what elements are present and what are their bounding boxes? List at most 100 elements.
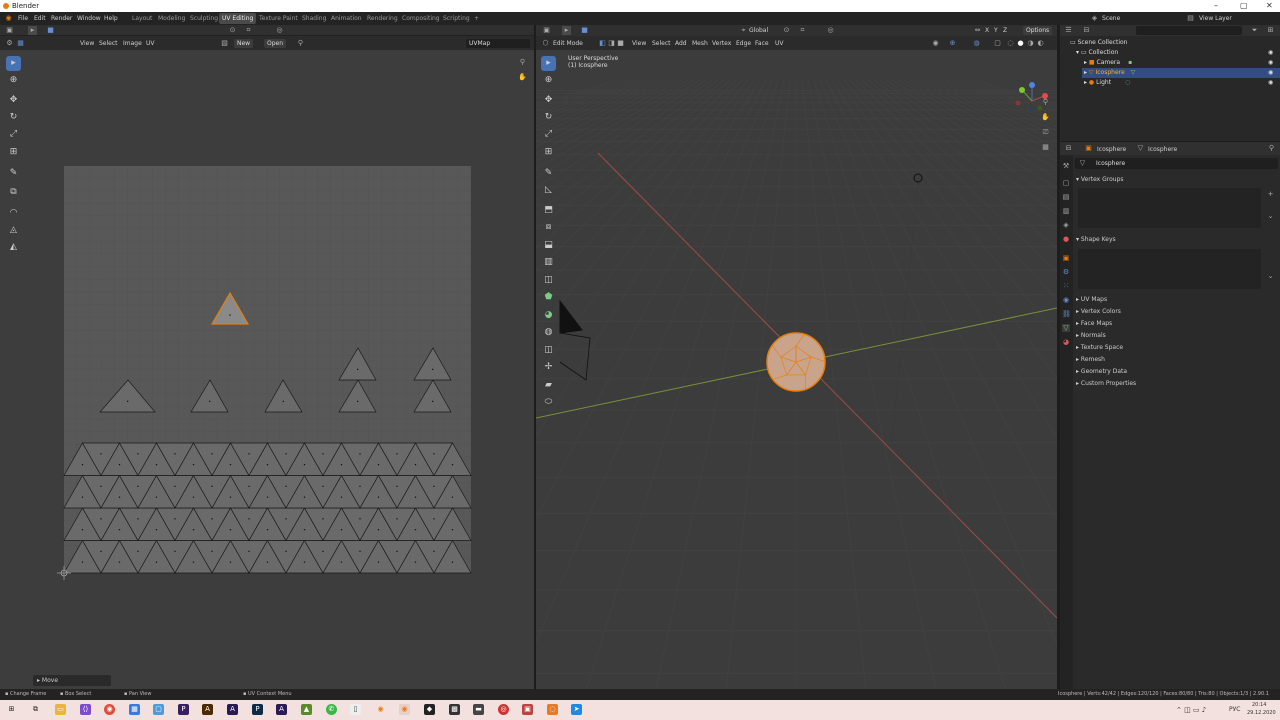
outliner-row-light[interactable]: ▸ ● Light ◌ ◉ xyxy=(1084,79,1273,86)
task-view-icon[interactable]: ⧉ xyxy=(30,704,41,715)
snapping-icon[interactable]: ⌗ xyxy=(798,26,807,35)
last-operator-panel[interactable]: ▸ Move xyxy=(33,675,111,686)
view-layer-name[interactable]: View Layer xyxy=(1199,15,1232,22)
vp-tool-edge-slide[interactable]: ◫ xyxy=(541,343,556,358)
overlay-toggle-icon[interactable]: ◍ xyxy=(972,39,981,48)
vp-pan-icon[interactable]: ✋ xyxy=(1041,113,1050,122)
datablock-selector[interactable]: ▽ Icosphere xyxy=(1075,158,1278,169)
pin-properties-icon[interactable]: ⚲ xyxy=(1267,144,1276,153)
panel-texture-space[interactable]: ▸ Texture Space xyxy=(1076,344,1123,351)
blender-menu-icon[interactable]: ◉ xyxy=(4,14,13,23)
vp-menu-edge[interactable]: Edge xyxy=(736,40,751,47)
face-select-icon[interactable]: ■ xyxy=(616,39,625,48)
vp-tool-inset[interactable]: ⧈ xyxy=(541,220,556,235)
axis-y-toggle[interactable]: Y xyxy=(994,27,998,34)
vp-tool-extrude[interactable]: ⬒ xyxy=(541,203,556,218)
transform-pivot-icon[interactable]: ⊙ xyxy=(782,26,791,35)
start-icon[interactable]: ⊞ xyxy=(6,704,17,715)
vp-tool-bevel[interactable]: ⬓ xyxy=(541,238,556,253)
axis-z-toggle[interactable]: Z xyxy=(1003,27,1007,34)
outliner-row-icosphere[interactable]: ▸ ▽ Icosphere ▽ ◉ xyxy=(1084,69,1273,76)
properties-editor-icon[interactable]: ⊟ xyxy=(1064,144,1073,153)
vp-tool-loopcut[interactable]: ▥ xyxy=(541,255,556,270)
add-vertex-group-icon[interactable]: + xyxy=(1266,190,1275,199)
mesh-data-tab-icon[interactable]: ▽ xyxy=(1062,324,1070,332)
clock-time[interactable]: 20:14 xyxy=(1252,702,1266,708)
axis-x-toggle[interactable]: X xyxy=(985,27,989,34)
vp-menu-vertex[interactable]: Vertex xyxy=(712,40,731,47)
shape-key-menu-icon[interactable]: ⌄ xyxy=(1266,272,1275,281)
material-tab-icon[interactable]: ◕ xyxy=(1062,338,1070,346)
shading-material-icon[interactable]: ◑ xyxy=(1026,39,1035,48)
vp-tool-move[interactable]: ✥ xyxy=(541,93,556,108)
vp-tool-shear[interactable]: ▰ xyxy=(541,378,556,393)
panel-uv-maps[interactable]: ▸ UV Maps xyxy=(1076,296,1107,303)
tray-icons[interactable]: ⌃ ◫ ▭ ♪ xyxy=(1176,706,1206,714)
panel-face-maps[interactable]: ▸ Face Maps xyxy=(1076,320,1112,327)
world-tab-icon[interactable]: ● xyxy=(1062,235,1070,243)
shading-wireframe-icon[interactable]: ◌ xyxy=(1006,39,1015,48)
vp-tool-smooth[interactable]: ◍ xyxy=(541,325,556,340)
outliner-editor-icon[interactable]: ☰ xyxy=(1064,26,1073,35)
tab-layout[interactable]: Layout xyxy=(129,13,155,24)
vp-menu-face[interactable]: Face xyxy=(755,40,769,47)
whatsapp-icon[interactable]: ✆ xyxy=(326,704,337,715)
visibility-eye-icon[interactable]: ◉ xyxy=(1268,49,1273,56)
language-indicator[interactable]: РУС xyxy=(1229,706,1240,713)
viewport-mode-icon[interactable]: ■ xyxy=(580,26,589,35)
app-icon[interactable]: ▢ xyxy=(153,704,164,715)
menu-render[interactable]: Render xyxy=(51,15,72,22)
menu-window[interactable]: Window xyxy=(77,15,101,22)
menu-help[interactable]: Help xyxy=(104,15,118,22)
vscode-icon[interactable]: ⟨⟩ xyxy=(80,704,91,715)
visibility-eye-icon[interactable]: ◉ xyxy=(1268,59,1273,66)
vp-menu-select[interactable]: Select xyxy=(652,40,671,47)
render-tab-icon[interactable]: ▢ xyxy=(1062,179,1070,187)
tab-shading[interactable]: Shading xyxy=(299,13,329,24)
vp-tool-polybuild[interactable]: ⬟ xyxy=(541,290,556,305)
blender-active-icon[interactable]: ◉ xyxy=(399,704,410,715)
maximize-button[interactable]: ▢ xyxy=(1240,1,1248,10)
viewport-select-icon[interactable]: ▸ xyxy=(562,26,571,35)
blender-taskbar-icon[interactable]: ◉ xyxy=(375,704,386,715)
tab-rendering[interactable]: Rendering xyxy=(364,13,401,24)
app-icon-6[interactable]: ◎ xyxy=(498,704,509,715)
scene-name[interactable]: Scene xyxy=(1102,15,1120,22)
options-button[interactable]: Options xyxy=(1023,26,1053,35)
panel-remesh[interactable]: ▸ Remesh xyxy=(1076,356,1105,363)
outliner-search-input[interactable] xyxy=(1136,26,1242,35)
tab-compositing[interactable]: Compositing xyxy=(399,13,443,24)
clock-date[interactable]: 29.12.2020 xyxy=(1247,710,1276,716)
visibility-eye-icon[interactable]: ◉ xyxy=(1268,79,1273,86)
outliner-row-collection[interactable]: ▾ ▭ Collection ◉ xyxy=(1076,49,1273,56)
photoshop-icon[interactable]: P xyxy=(252,704,263,715)
panel-vertex-groups[interactable]: ▾ Vertex Groups xyxy=(1076,176,1124,183)
vertex-select-icon[interactable]: ◧ xyxy=(598,39,607,48)
after-effects-icon[interactable]: A xyxy=(227,704,238,715)
tab-modeling[interactable]: Modeling xyxy=(155,13,188,24)
vp-menu-mesh[interactable]: Mesh xyxy=(692,40,708,47)
mode-selector[interactable]: Edit Mode xyxy=(553,40,583,47)
vp-tool-select[interactable]: ▸ xyxy=(541,56,556,71)
scene-tab-icon[interactable]: ◈ xyxy=(1062,221,1070,229)
app-icon-7[interactable]: ▣ xyxy=(522,704,533,715)
vp-tool-transform[interactable]: ⊞ xyxy=(541,145,556,160)
app-icon-8[interactable]: ◌ xyxy=(547,704,558,715)
tab-uv-editing[interactable]: UV Editing xyxy=(219,13,257,24)
proportional-edit-icon[interactable]: ◎ xyxy=(826,26,835,35)
outliner-row-scene-collection[interactable]: ▭ Scene Collection xyxy=(1070,39,1127,46)
panel-normals[interactable]: ▸ Normals xyxy=(1076,332,1106,339)
physics-tab-icon[interactable]: ◉ xyxy=(1062,296,1070,304)
menu-file[interactable]: File xyxy=(18,15,28,22)
vp-tool-annotate[interactable]: ✎ xyxy=(541,166,556,181)
vp-tool-knife[interactable]: ◫ xyxy=(541,273,556,288)
gizmo-toggle-icon[interactable]: ⊕ xyxy=(948,39,957,48)
outliner-filter-display-icon[interactable]: ⊟ xyxy=(1082,26,1091,35)
tab-texture-paint[interactable]: Texture Paint xyxy=(256,13,301,24)
explorer-icon[interactable]: ▭ xyxy=(55,704,66,715)
vp-tool-rotate[interactable]: ↻ xyxy=(541,110,556,125)
object-tab-icon[interactable]: ▣ xyxy=(1062,254,1070,262)
outliner-row-camera[interactable]: ▸ ■ Camera ▪ ◉ xyxy=(1084,59,1273,66)
app-icon-5[interactable]: ▬ xyxy=(473,704,484,715)
vp-camera-view-icon[interactable]: ⎚ xyxy=(1041,128,1050,137)
